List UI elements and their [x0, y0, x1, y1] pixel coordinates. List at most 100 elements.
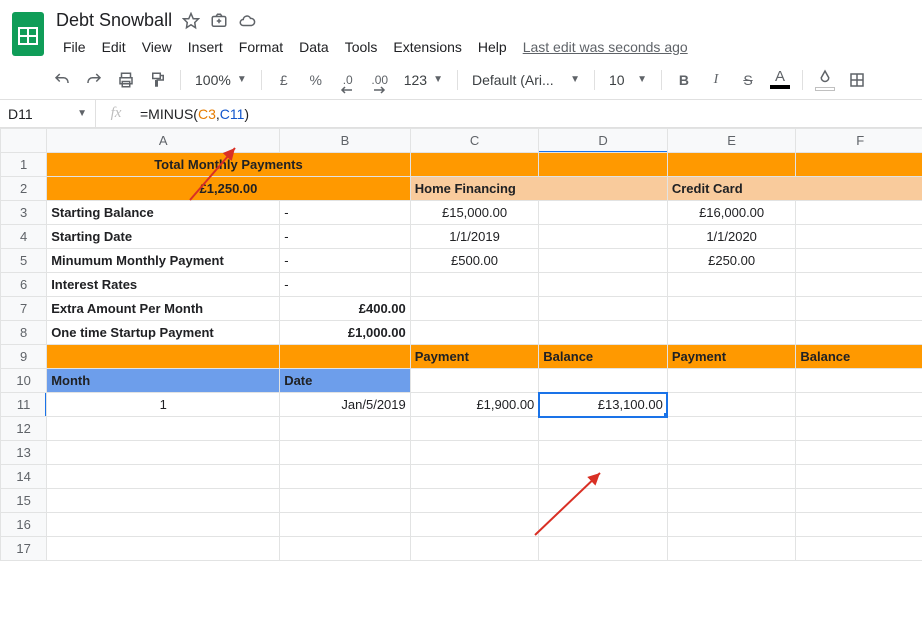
- cell-A15[interactable]: [47, 489, 280, 513]
- currency-format-button[interactable]: £: [270, 66, 298, 94]
- cell-E11[interactable]: [667, 393, 796, 417]
- cell-E3[interactable]: £16,000.00: [667, 201, 796, 225]
- spreadsheet-grid[interactable]: A B C D E F 1 Total Monthly Payments 2 £…: [0, 128, 922, 561]
- cell-D9[interactable]: Balance: [539, 345, 668, 369]
- cell-C9[interactable]: Payment: [410, 345, 539, 369]
- row-header-8[interactable]: 8: [1, 321, 47, 345]
- cell-C12[interactable]: [410, 417, 539, 441]
- cell-B6[interactable]: -: [280, 273, 411, 297]
- col-header-E[interactable]: E: [667, 129, 796, 153]
- cell-C10[interactable]: [410, 369, 539, 393]
- cell-A17[interactable]: [47, 537, 280, 561]
- cell-F6[interactable]: [796, 273, 922, 297]
- print-button[interactable]: [112, 66, 140, 94]
- cell-C2D2[interactable]: Home Financing: [410, 177, 667, 201]
- cell-B10[interactable]: Date: [280, 369, 411, 393]
- cell-F10[interactable]: [796, 369, 922, 393]
- menu-file[interactable]: File: [56, 35, 93, 59]
- cell-E16[interactable]: [667, 513, 796, 537]
- cell-D4[interactable]: [539, 225, 668, 249]
- cell-B15[interactable]: [280, 489, 411, 513]
- row-header-10[interactable]: 10: [1, 369, 47, 393]
- cell-D13[interactable]: [539, 441, 668, 465]
- cell-B5[interactable]: -: [280, 249, 411, 273]
- cell-D17[interactable]: [539, 537, 668, 561]
- strikethrough-button[interactable]: S: [734, 66, 762, 94]
- cell-F16[interactable]: [796, 513, 922, 537]
- cell-A4[interactable]: Starting Date: [47, 225, 280, 249]
- menu-format[interactable]: Format: [232, 35, 290, 59]
- bold-button[interactable]: B: [670, 66, 698, 94]
- cell-A3[interactable]: Starting Balance: [47, 201, 280, 225]
- cell-A14[interactable]: [47, 465, 280, 489]
- cell-E7[interactable]: [667, 297, 796, 321]
- cell-B12[interactable]: [280, 417, 411, 441]
- cell-B9[interactable]: [280, 345, 411, 369]
- cell-D7[interactable]: [539, 297, 668, 321]
- fill-color-button[interactable]: [811, 66, 839, 94]
- cell-C16[interactable]: [410, 513, 539, 537]
- cell-A1B1[interactable]: Total Monthly Payments: [47, 153, 411, 177]
- cell-D8[interactable]: [539, 321, 668, 345]
- col-header-A[interactable]: A: [47, 129, 280, 153]
- increase-decimal-button[interactable]: .00: [366, 66, 394, 94]
- cell-E13[interactable]: [667, 441, 796, 465]
- move-icon[interactable]: [210, 12, 228, 30]
- menu-edit[interactable]: Edit: [95, 35, 133, 59]
- redo-button[interactable]: [80, 66, 108, 94]
- cell-B3[interactable]: -: [280, 201, 411, 225]
- menu-extensions[interactable]: Extensions: [386, 35, 468, 59]
- row-header-15[interactable]: 15: [1, 489, 47, 513]
- menu-tools[interactable]: Tools: [338, 35, 385, 59]
- cell-C8[interactable]: [410, 321, 539, 345]
- cell-D11[interactable]: £13,100.00: [539, 393, 668, 417]
- cell-B17[interactable]: [280, 537, 411, 561]
- cell-D3[interactable]: [539, 201, 668, 225]
- col-header-C[interactable]: C: [410, 129, 539, 153]
- cell-E14[interactable]: [667, 465, 796, 489]
- cell-E8[interactable]: [667, 321, 796, 345]
- name-box[interactable]: D11▼: [0, 100, 96, 127]
- cell-F17[interactable]: [796, 537, 922, 561]
- col-header-B[interactable]: B: [280, 129, 411, 153]
- cell-D5[interactable]: [539, 249, 668, 273]
- cell-F3[interactable]: [796, 201, 922, 225]
- row-header-16[interactable]: 16: [1, 513, 47, 537]
- row-header-5[interactable]: 5: [1, 249, 47, 273]
- row-header-9[interactable]: 9: [1, 345, 47, 369]
- cell-C5[interactable]: £500.00: [410, 249, 539, 273]
- formula-bar[interactable]: =MINUS(C3,C11): [136, 100, 922, 127]
- cell-F11[interactable]: [796, 393, 922, 417]
- row-header-7[interactable]: 7: [1, 297, 47, 321]
- cell-E1[interactable]: [667, 153, 796, 177]
- menu-insert[interactable]: Insert: [181, 35, 230, 59]
- last-edit-link[interactable]: Last edit was seconds ago: [516, 35, 695, 59]
- zoom-dropdown[interactable]: 100%▼: [189, 72, 253, 88]
- undo-button[interactable]: [48, 66, 76, 94]
- percent-format-button[interactable]: %: [302, 66, 330, 94]
- cell-C1[interactable]: [410, 153, 539, 177]
- cell-F15[interactable]: [796, 489, 922, 513]
- row-header-12[interactable]: 12: [1, 417, 47, 441]
- cell-F8[interactable]: [796, 321, 922, 345]
- cell-F14[interactable]: [796, 465, 922, 489]
- col-header-D[interactable]: D: [539, 129, 668, 153]
- sheets-logo[interactable]: [8, 8, 48, 60]
- text-color-button[interactable]: A: [766, 66, 794, 94]
- menu-help[interactable]: Help: [471, 35, 514, 59]
- cell-E17[interactable]: [667, 537, 796, 561]
- cell-A11[interactable]: 1: [47, 393, 280, 417]
- cell-D10[interactable]: [539, 369, 668, 393]
- cell-F5[interactable]: [796, 249, 922, 273]
- italic-button[interactable]: I: [702, 66, 730, 94]
- cell-E5[interactable]: £250.00: [667, 249, 796, 273]
- cell-E9[interactable]: Payment: [667, 345, 796, 369]
- cell-A12[interactable]: [47, 417, 280, 441]
- cell-C3[interactable]: £15,000.00: [410, 201, 539, 225]
- cloud-icon[interactable]: [238, 12, 256, 30]
- cell-F7[interactable]: [796, 297, 922, 321]
- cell-E12[interactable]: [667, 417, 796, 441]
- cell-F13[interactable]: [796, 441, 922, 465]
- cell-F1[interactable]: [796, 153, 922, 177]
- cell-B16[interactable]: [280, 513, 411, 537]
